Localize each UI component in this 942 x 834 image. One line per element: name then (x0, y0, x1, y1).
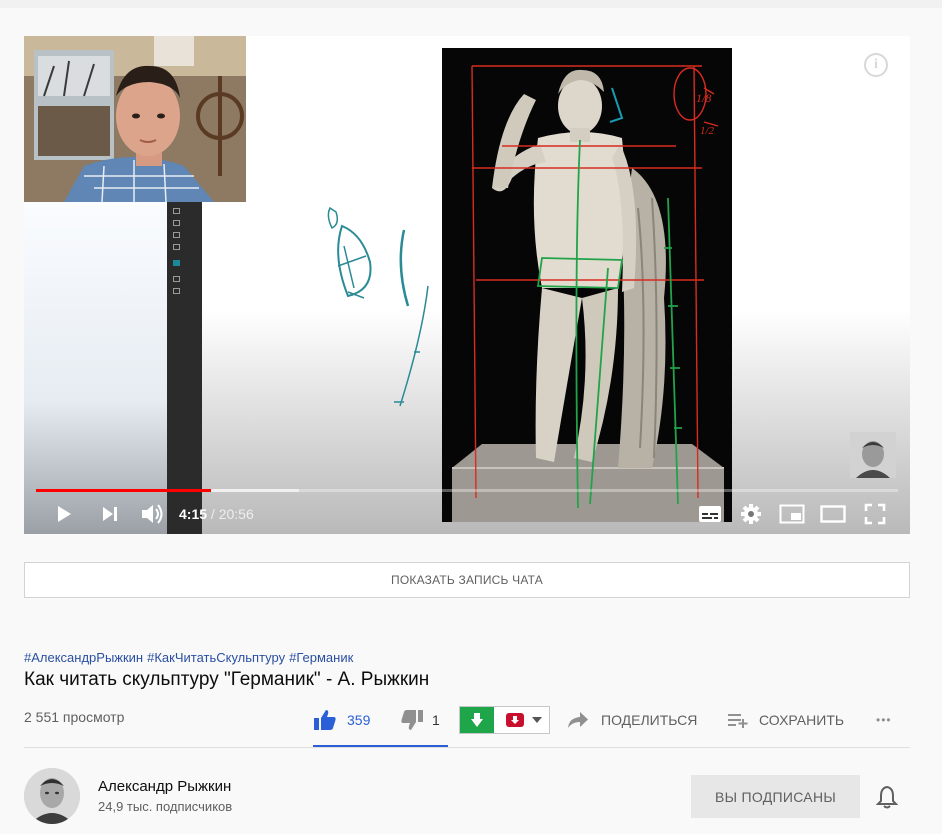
settings-button[interactable] (735, 499, 767, 529)
subscribed-button[interactable]: ВЫ ПОДПИСАНЫ (691, 775, 860, 818)
view-count: 2 551 просмотр (24, 709, 125, 725)
dislike-count: 1 (432, 712, 440, 728)
download-format-icon (506, 713, 524, 727)
tool-icon (173, 220, 180, 226)
save-label: СОХРАНИТЬ (759, 712, 845, 728)
sketch-drawing (327, 206, 429, 407)
thumbs-up-icon (314, 710, 336, 730)
played-bar (36, 489, 211, 492)
drawing-canvas-panel (24, 202, 174, 534)
more-actions-button[interactable]: ••• (876, 705, 892, 735)
volume-button[interactable] (136, 499, 168, 529)
play-button[interactable] (48, 499, 80, 529)
top-strip (0, 0, 942, 8)
time-current: 4:15 (179, 506, 208, 522)
hashtag-link[interactable]: #АлександрРыжкин (24, 650, 143, 665)
fullscreen-button[interactable] (859, 499, 891, 529)
like-button[interactable]: 359 (313, 705, 370, 735)
time-display: 4:15 / 20:56 (179, 506, 254, 522)
download-button[interactable] (460, 707, 494, 733)
bell-icon (875, 785, 899, 809)
chevron-down-icon[interactable] (532, 717, 542, 723)
hashtags: #АлександрРыжкин #КакЧитатьСкульптуру #Гер… (24, 650, 357, 665)
next-icon (103, 507, 117, 521)
settings-icon (741, 504, 761, 524)
theater-icon (820, 505, 846, 523)
channel-avatar[interactable] (24, 768, 80, 824)
miniplayer-icon (779, 504, 805, 524)
video-player[interactable]: 1/8 1/2 i 4:15 / 20:56 (24, 36, 910, 534)
share-button[interactable]: ПОДЕЛИТЬСЯ (567, 705, 697, 735)
subscriber-count: 24,9 тыс. подписчиков (98, 799, 233, 814)
thumbs-down-icon (401, 710, 423, 730)
share-label: ПОДЕЛИТЬСЯ (601, 712, 698, 728)
svg-text:1/8: 1/8 (696, 91, 711, 105)
video-title: Как читать скульптуру "Германик" - А. Ры… (24, 669, 430, 690)
drawing-toolbar (167, 202, 202, 534)
download-extension[interactable] (459, 706, 550, 734)
divider (24, 747, 910, 748)
dislike-button[interactable]: 1 (400, 705, 440, 735)
webcam-overlay (24, 36, 246, 202)
color-swatch-icon (173, 260, 180, 266)
tool-icon (173, 244, 180, 250)
volume-icon (142, 504, 163, 524)
notification-bell-button[interactable] (875, 785, 899, 814)
download-arrow-icon (471, 713, 483, 727)
channel-name[interactable]: Александр Рыжкин (98, 778, 231, 795)
theater-button[interactable] (817, 499, 849, 529)
time-separator: / (207, 506, 219, 522)
share-icon (568, 712, 588, 728)
tool-icon (173, 208, 180, 214)
hashtag-link[interactable]: #КакЧитатьСкульптуру (147, 650, 285, 665)
save-button[interactable]: СОХРАНИТЬ (727, 705, 844, 735)
show-chat-button[interactable]: ПОКАЗАТЬ ЗАПИСЬ ЧАТА (24, 562, 910, 598)
progress-bar[interactable] (36, 489, 898, 492)
subtitles-button[interactable] (694, 499, 726, 529)
tool-icon (173, 288, 180, 294)
channel-watermark[interactable] (850, 432, 896, 478)
statue-image: 1/8 1/2 (442, 48, 732, 522)
subtitles-icon (699, 506, 721, 522)
hashtag-link[interactable]: #Германик (289, 650, 353, 665)
tool-icon (173, 276, 180, 282)
tool-icon (173, 232, 180, 238)
playlist-add-icon (728, 714, 748, 728)
fullscreen-icon (864, 503, 886, 525)
svg-text:1/2: 1/2 (700, 125, 715, 137)
play-icon (58, 506, 71, 522)
info-icon[interactable]: i (864, 53, 888, 77)
miniplayer-button[interactable] (776, 499, 808, 529)
next-button[interactable] (94, 499, 126, 529)
time-total: 20:56 (218, 506, 254, 522)
like-count: 359 (347, 712, 371, 728)
